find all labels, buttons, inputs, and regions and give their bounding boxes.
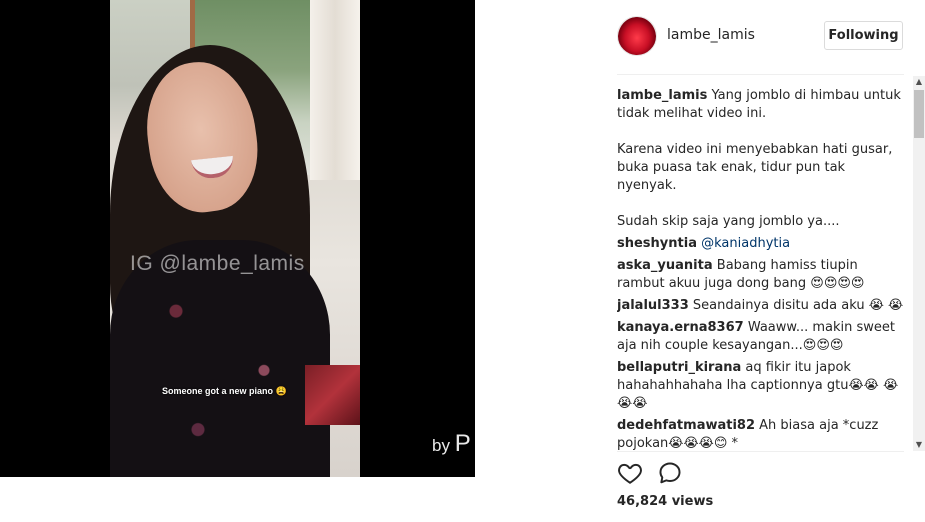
video-watermark: IG @lambe_lamis [130,252,305,275]
comment-text: Seandainya disitu ada aku 😭 😭 [692,298,904,313]
scroll-up-arrow-icon[interactable]: ▲ [913,76,925,88]
comment-bubble-icon[interactable] [657,460,685,488]
caption-line-3: Sudah skip saja yang jomblo ya.... [617,214,840,229]
actions-divider [617,451,904,452]
header-divider [617,74,904,75]
comment-item: sheshyntia @kaniadhytia [617,235,905,253]
comment-item: kanaya.erna8367 Waaww... makin sweet aja… [617,319,905,355]
comment-username[interactable]: sheshyntia [617,236,697,251]
comments-list[interactable]: lambe_lamis Yang jomblo di himbau untuk … [617,87,905,451]
view-count[interactable]: 46,824 views [617,494,713,509]
comments-scrollbar[interactable]: ▲ ▼ [913,76,925,451]
comment-item: dedehfatmawati82 Ah biasa aja *cuzz pojo… [617,417,905,451]
comment-username[interactable]: dedehfatmawati82 [617,418,755,433]
post-actions [617,460,737,490]
following-button[interactable]: Following [824,21,903,50]
caption-username[interactable]: lambe_lamis [617,88,707,103]
video-frame[interactable]: IG @lambe_lamis Someone got a new piano … [110,0,360,477]
by-watermark: by P [432,430,471,458]
comment-item: bellaputri_kirana aq fikir itu japok hah… [617,359,905,413]
by-logo-letter: P [454,430,471,457]
comment-username[interactable]: aska_yuanita [617,258,713,273]
heart-icon[interactable] [617,460,645,488]
post-header: lambe_lamis Following [617,16,904,58]
comment-username[interactable]: kanaya.erna8367 [617,320,744,335]
video-subtitle: Someone got a new piano 😩 [162,386,287,396]
scroll-thumb[interactable] [914,90,924,138]
background-curtain [310,0,360,180]
by-text: by [432,436,450,455]
comment-mention[interactable]: @kaniadhytia [701,236,790,251]
lips-avatar-icon[interactable] [617,16,657,56]
comment-username[interactable]: bellaputri_kirana [617,360,741,375]
comment-item: aska_yuanita Babang hamiss tiupin rambut… [617,257,905,293]
scroll-down-arrow-icon[interactable]: ▼ [913,439,925,451]
piano-case [305,365,360,425]
post-sidebar: lambe_lamis Following lambe_lamis Yang j… [593,0,925,522]
comment-username[interactable]: jalalul333 [617,298,689,313]
media-pane: IG @lambe_lamis Someone got a new piano … [0,0,593,477]
header-username[interactable]: lambe_lamis [667,27,755,43]
caption-block: lambe_lamis Yang jomblo di himbau untuk … [617,87,905,231]
caption-line-2: Karena video ini menyebabkan hati gusar,… [617,142,893,193]
comment-item: jalalul333 Seandainya disitu ada aku 😭 😭 [617,297,905,315]
